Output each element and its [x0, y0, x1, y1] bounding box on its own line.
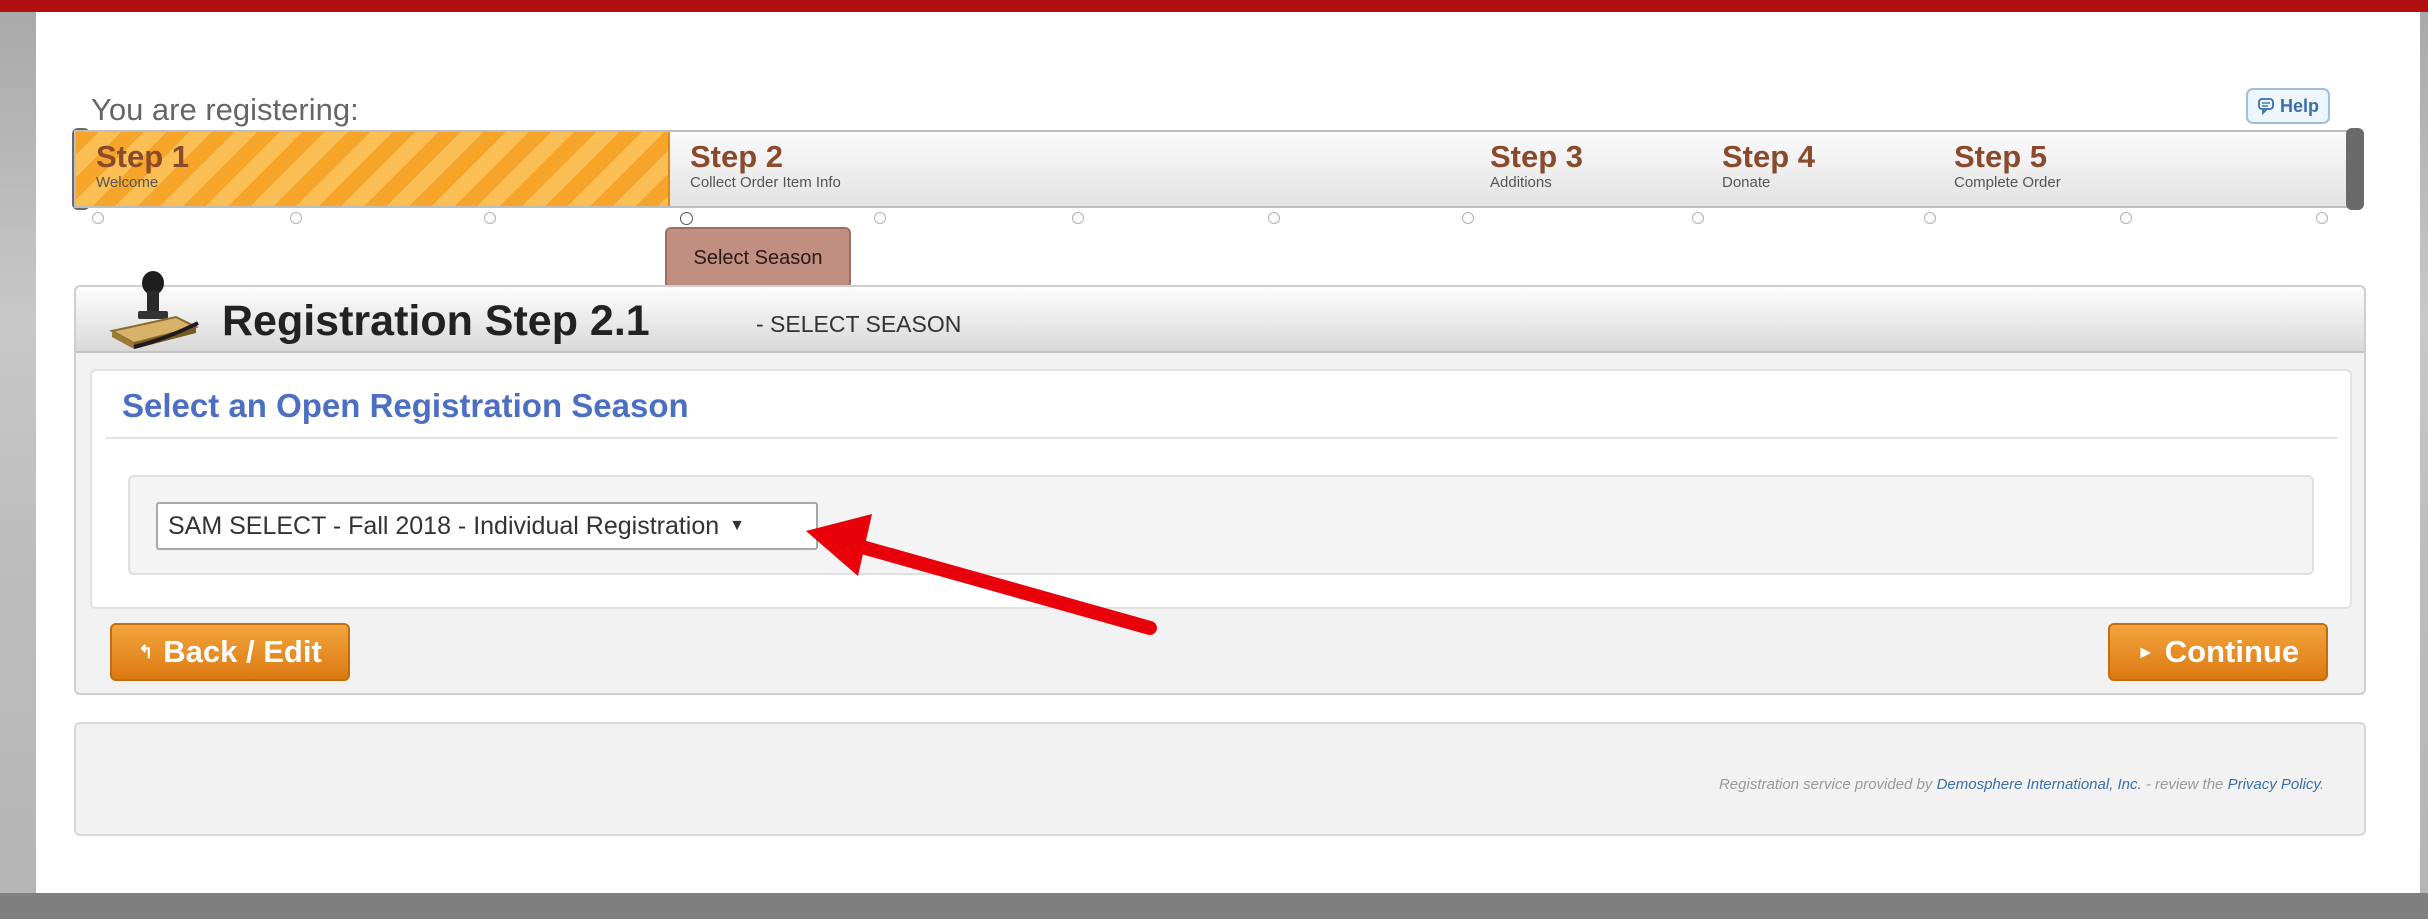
registering-label: You are registering: — [91, 92, 359, 127]
step-title: Step 4 — [1722, 139, 1816, 174]
progress-dot-current — [680, 212, 693, 225]
help-label: Help — [2279, 95, 2319, 116]
step-subtitle: Additions — [1490, 174, 1552, 191]
footer-middle: - review the — [2141, 776, 2228, 793]
progress-dot — [1462, 212, 1474, 224]
step-1[interactable]: Step 1 Welcome — [76, 132, 670, 206]
section-divider — [106, 437, 2338, 439]
help-button[interactable]: Help — [2246, 88, 2330, 124]
select-well: SAM SELECT - Fall 2018 - Individual Regi… — [128, 475, 2314, 575]
season-section: Select an Open Registration Season SAM S… — [90, 369, 2352, 609]
bottom-bar — [0, 893, 2428, 919]
step-bar-cap-right — [2346, 128, 2364, 210]
back-edit-label: Back / Edit — [163, 634, 322, 669]
progress-dot — [2316, 212, 2328, 224]
step-subtitle: Complete Order — [1954, 174, 2061, 191]
stamp-icon — [109, 271, 199, 349]
step-4[interactable]: Step 4 Donate — [1702, 132, 1934, 206]
dropdown-caret-icon: ▼ — [729, 517, 746, 534]
section-title: Select an Open Registration Season — [122, 387, 689, 424]
step-subtitle: Donate — [1722, 174, 1771, 191]
step-title: Step 2 — [690, 139, 784, 174]
step-subtitle: Collect Order Item Info — [690, 174, 841, 191]
progress-dot — [874, 212, 886, 224]
continue-button[interactable]: ► Continue — [2108, 623, 2328, 681]
progress-dot — [1924, 212, 1936, 224]
back-icon: ↰ — [138, 641, 154, 662]
back-edit-button[interactable]: ↰ Back / Edit — [110, 623, 350, 681]
progress-dot — [1072, 212, 1084, 224]
step-title: Step 3 — [1490, 139, 1584, 174]
step-title: Step 1 — [96, 139, 190, 174]
footer-panel: Registration service provided by Demosph… — [74, 722, 2366, 836]
provider-link[interactable]: Demosphere International, Inc. — [1937, 776, 2142, 793]
step-3[interactable]: Step 3 Additions — [1470, 132, 1702, 206]
season-select-value: SAM SELECT - Fall 2018 - Individual Regi… — [168, 512, 720, 540]
registration-steps: Step 1 Welcome Step 2 Collect Order Item… — [74, 130, 2350, 208]
continue-icon: ► — [2136, 641, 2155, 662]
footer-credit: Registration service provided by Demosph… — [1719, 776, 2324, 793]
progress-dot — [2120, 212, 2132, 224]
top-brand-bar — [0, 0, 2428, 12]
continue-label: Continue — [2164, 634, 2300, 669]
progress-dot — [92, 212, 104, 224]
footer-suffix: . — [2319, 776, 2324, 793]
page-subtitle: - SELECT SEASON — [756, 311, 962, 337]
progress-dot — [290, 212, 302, 224]
current-substep-tag: Select Season — [665, 227, 851, 289]
privacy-policy-link[interactable]: Privacy Policy — [2228, 776, 2320, 793]
season-select[interactable]: SAM SELECT - Fall 2018 - Individual Regi… — [156, 502, 818, 550]
page-title: Registration Step 2.1 — [222, 297, 650, 345]
registration-panel: Registration Step 2.1 - SELECT SEASON Se… — [74, 271, 2366, 695]
progress-dot — [1268, 212, 1280, 224]
progress-dot — [484, 212, 496, 224]
help-icon — [2258, 98, 2274, 115]
panel-header: Registration Step 2.1 - SELECT SEASON — [76, 271, 2364, 353]
step-title: Step 5 — [1954, 139, 2048, 174]
progress-dot — [1692, 212, 1704, 224]
footer-prefix: Registration service provided by — [1718, 776, 1937, 793]
step-subtitle: Welcome — [96, 174, 159, 191]
step-5[interactable]: Step 5 Complete Order — [1934, 132, 2334, 206]
step-2[interactable]: Step 2 Collect Order Item Info — [670, 132, 1470, 206]
